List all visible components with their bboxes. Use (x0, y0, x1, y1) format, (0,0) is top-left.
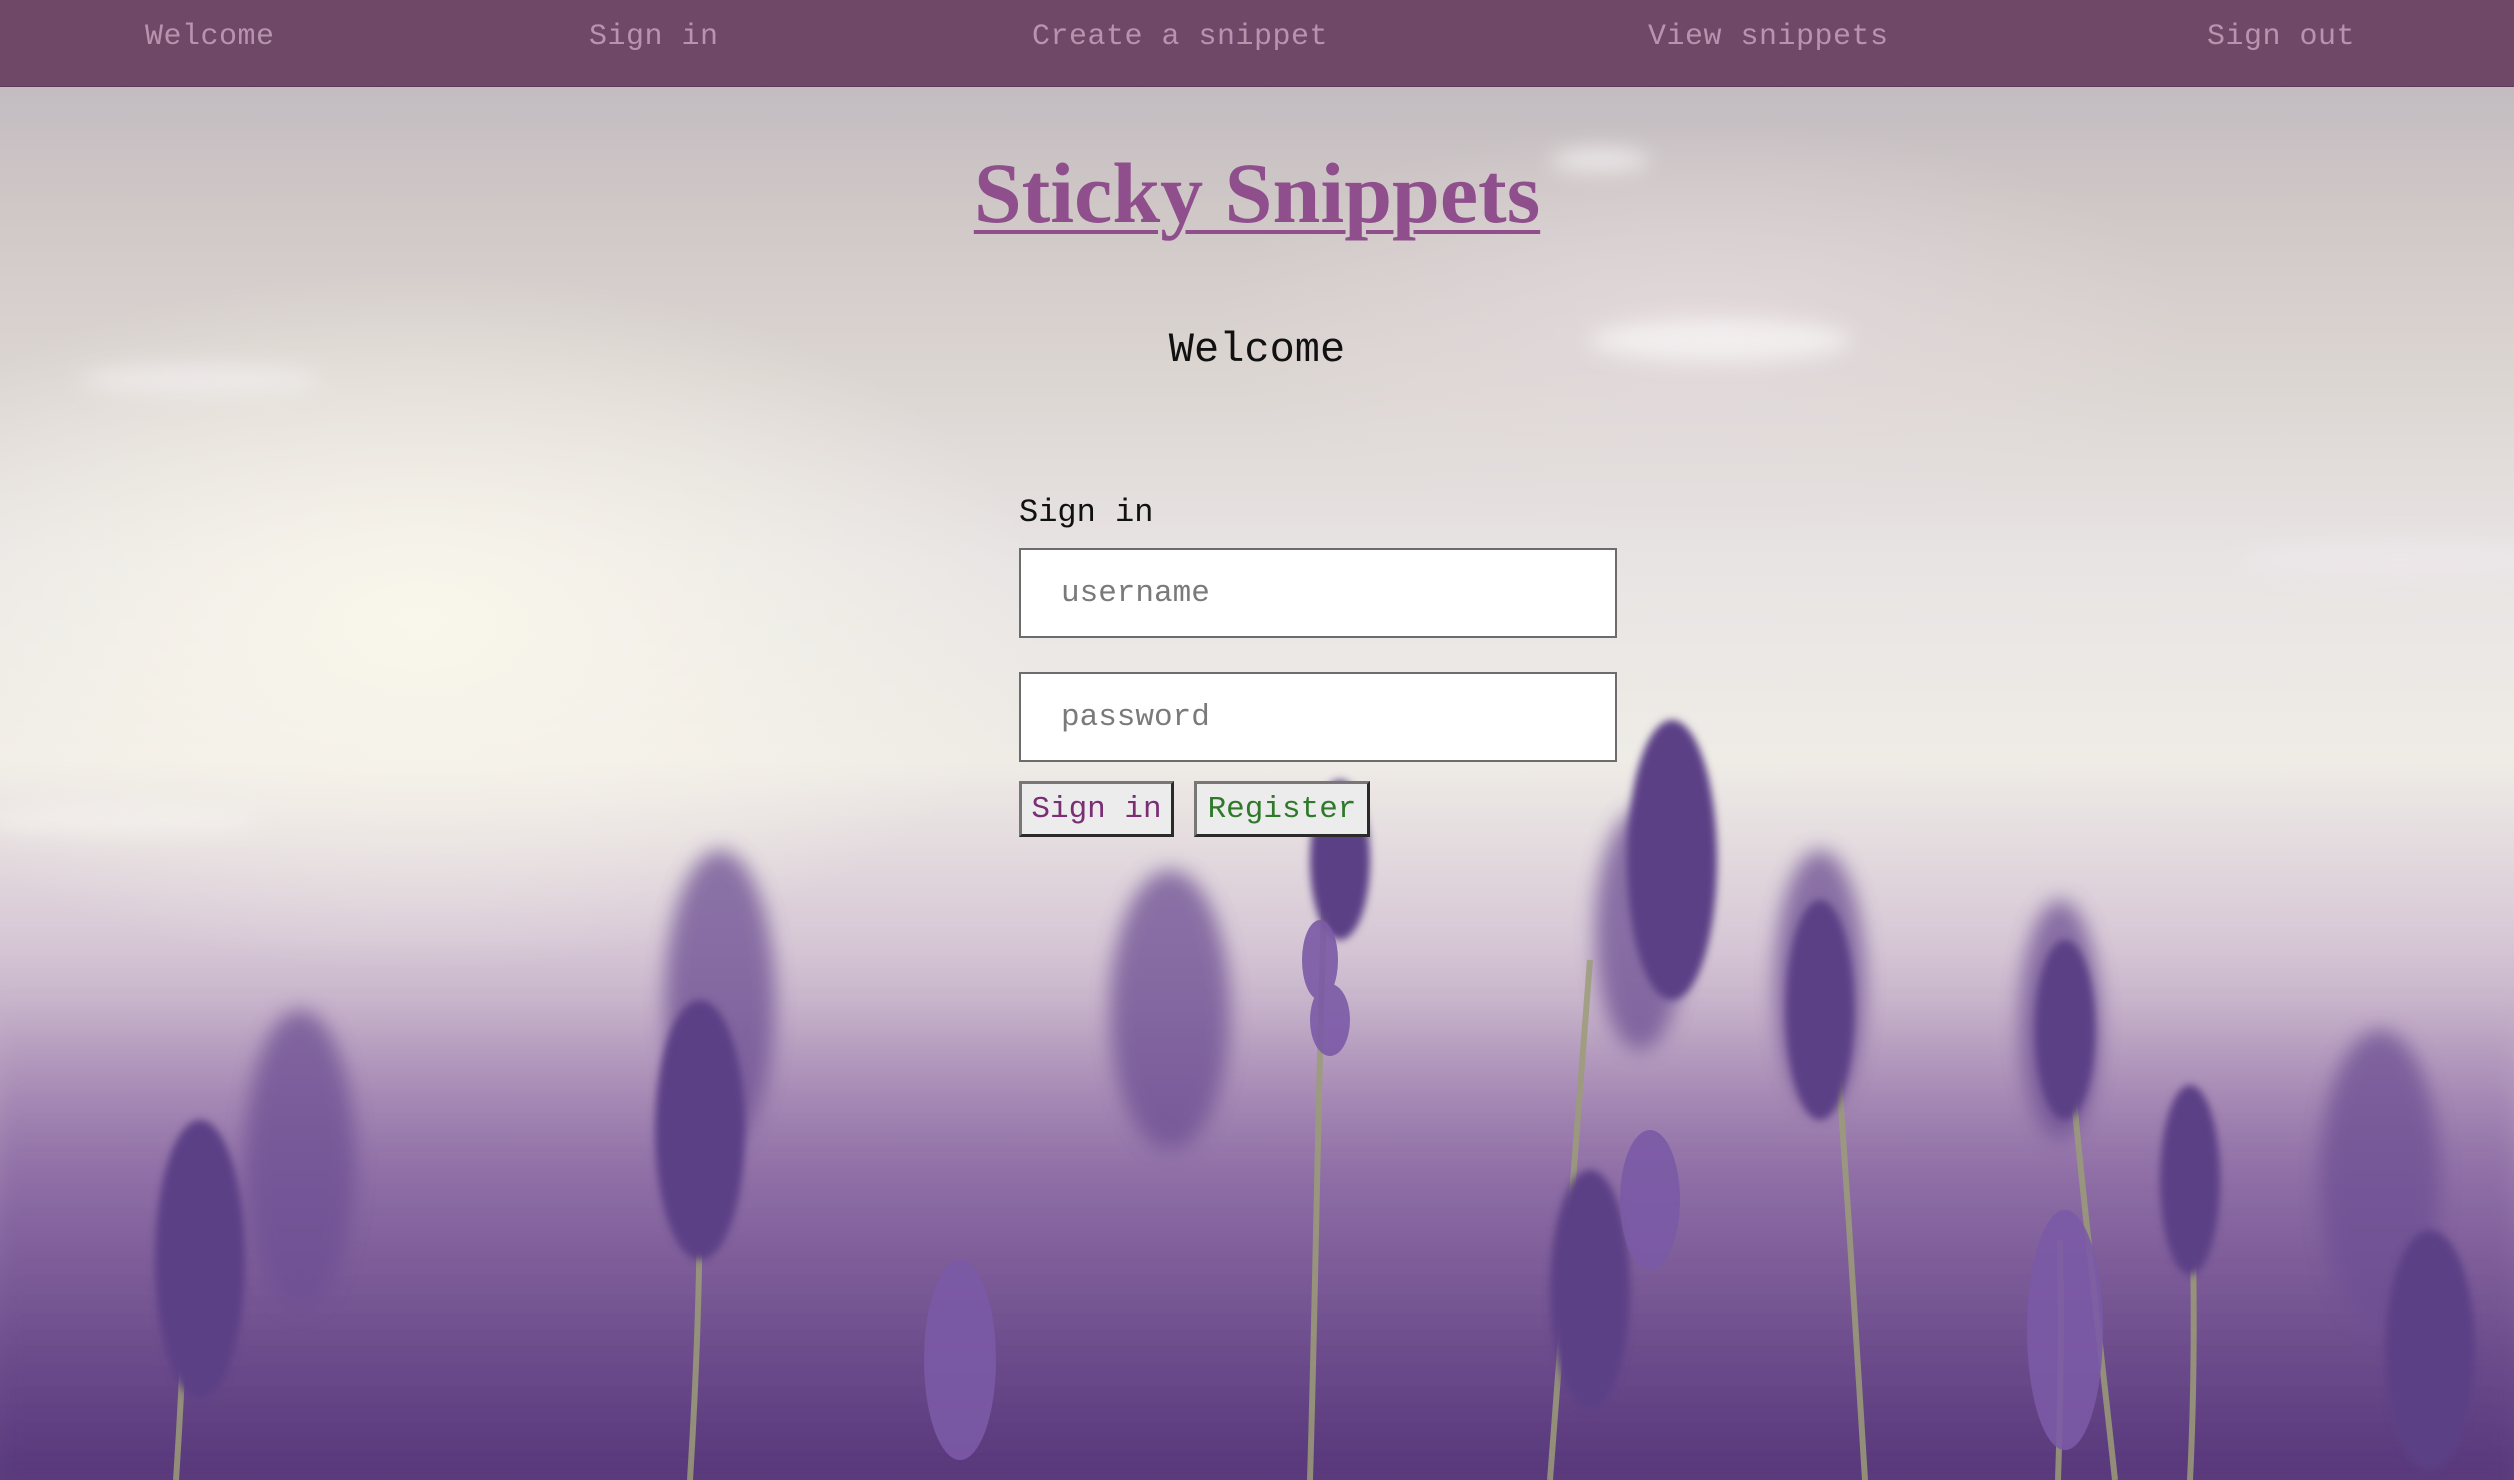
register-button[interactable]: Register (1194, 781, 1370, 837)
site-title-link[interactable]: Sticky Snippets (974, 145, 1540, 241)
nav-link-sign-in[interactable]: Sign in (589, 20, 719, 54)
site-title: Sticky Snippets (0, 138, 2514, 248)
top-navbar: Welcome Sign in Create a snippet View sn… (0, 0, 2514, 87)
nav-link-create-snippet[interactable]: Create a snippet (1032, 20, 1328, 54)
nav-link-view-snippets[interactable]: View snippets (1648, 20, 1889, 54)
nav-link-welcome[interactable]: Welcome (145, 20, 275, 54)
page-heading: Welcome (1168, 326, 1346, 374)
nav-link-sign-out[interactable]: Sign out (2207, 20, 2355, 54)
username-input[interactable] (1019, 548, 1617, 638)
sign-in-button[interactable]: Sign in (1019, 781, 1174, 837)
sign-in-form-label: Sign in (1019, 494, 1154, 531)
password-input[interactable] (1019, 672, 1617, 762)
